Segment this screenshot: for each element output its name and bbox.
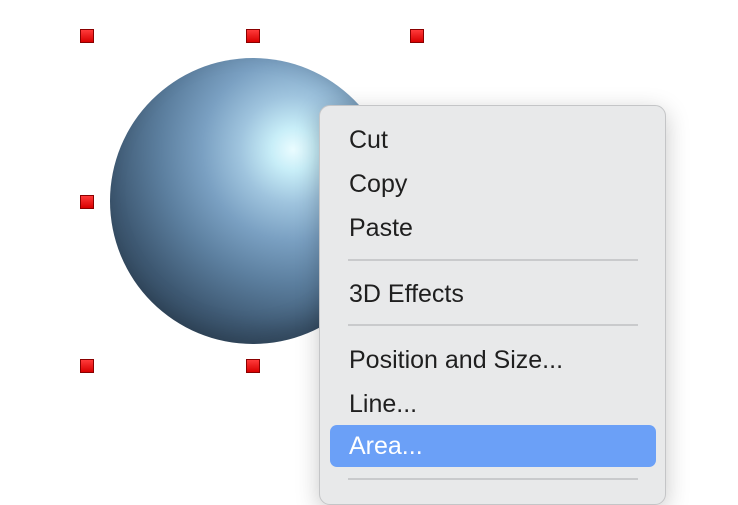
menu-separator <box>348 259 638 261</box>
menu-item-copy[interactable]: Copy <box>330 163 656 205</box>
menu-item-paste[interactable]: Paste <box>330 207 656 249</box>
menu-separator <box>348 478 638 480</box>
resize-handle-top-right[interactable] <box>410 29 424 43</box>
menu-item-cut[interactable]: Cut <box>330 119 656 161</box>
menu-separator <box>348 324 638 326</box>
resize-handle-top-left[interactable] <box>80 29 94 43</box>
menu-item-3d-effects[interactable]: 3D Effects <box>330 273 656 315</box>
resize-handle-top-middle[interactable] <box>246 29 260 43</box>
menu-item-position-and-size[interactable]: Position and Size... <box>330 339 656 381</box>
menu-item-area[interactable]: Area... <box>330 425 656 467</box>
menu-item-line[interactable]: Line... <box>330 383 656 425</box>
resize-handle-bottom-left[interactable] <box>80 359 94 373</box>
resize-handle-middle-left[interactable] <box>80 195 94 209</box>
context-menu: Cut Copy Paste 3D Effects Position and S… <box>319 105 666 505</box>
resize-handle-bottom-middle[interactable] <box>246 359 260 373</box>
